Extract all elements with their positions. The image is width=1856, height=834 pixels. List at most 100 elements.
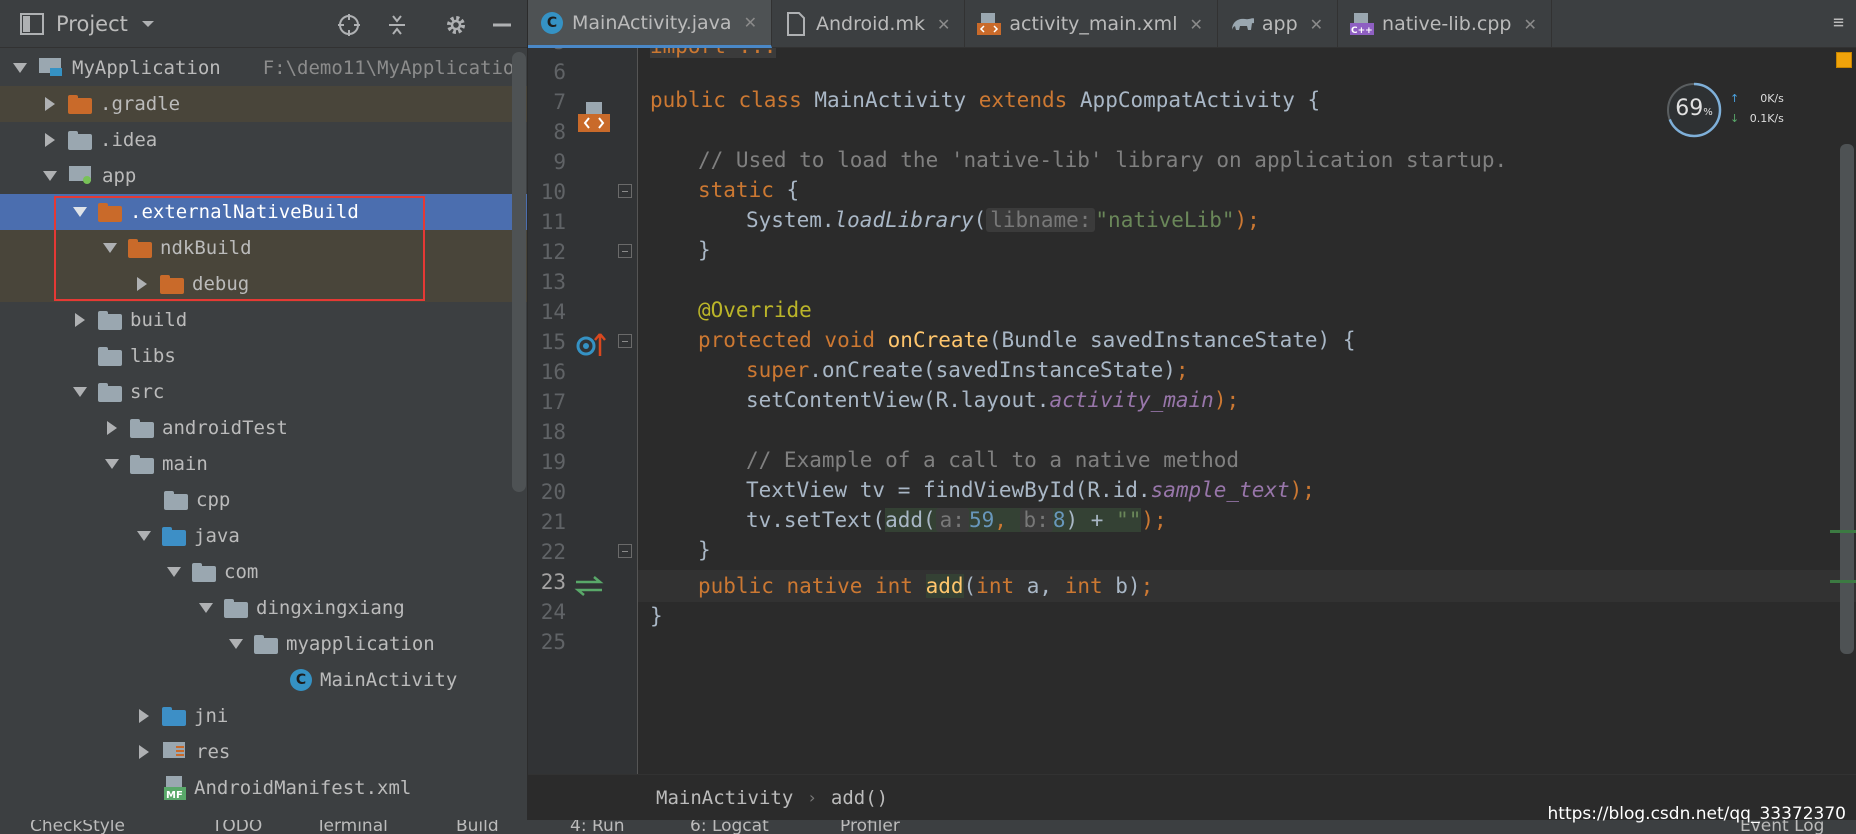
tree-item-cpp[interactable]: cpp (0, 482, 527, 518)
tree-item-externalnativebuild[interactable]: .externalNativeBuild (0, 194, 527, 230)
fold-marker-icon[interactable] (618, 544, 632, 558)
tree-item-gradle[interactable]: .gradle (0, 86, 527, 122)
tree-item-main[interactable]: main (0, 446, 527, 482)
tree-item-build[interactable]: build (0, 302, 527, 338)
close-icon[interactable]: ✕ (1523, 15, 1536, 34)
minimize-icon[interactable] (489, 12, 515, 38)
expanded-arrow-icon[interactable] (40, 166, 60, 186)
tree-item-ndkbuild[interactable]: ndkBuild (0, 230, 527, 266)
collapsed-arrow-icon[interactable] (134, 706, 154, 726)
tab-list-menu-icon[interactable]: ≡ (1833, 12, 1844, 33)
editor-scrollbar[interactable] (1840, 144, 1854, 654)
tree-item-mainactivity[interactable]: C MainActivity (0, 662, 527, 698)
toolwindow-logcat[interactable]: 6: Logcat (690, 820, 769, 834)
expanded-arrow-icon[interactable] (196, 598, 216, 618)
code-token: ); (1289, 478, 1315, 502)
expanded-arrow-icon[interactable] (70, 382, 90, 402)
class-icon: C (540, 11, 564, 35)
code-line-22[interactable]: } (698, 532, 711, 568)
locate-icon[interactable] (336, 12, 362, 38)
close-icon[interactable]: ✕ (744, 13, 757, 32)
expanded-arrow-icon[interactable] (164, 562, 184, 582)
code-string: "nativeLib" (1095, 208, 1235, 232)
tree-item-androidtest[interactable]: androidTest (0, 410, 527, 446)
tree-item-myapplication[interactable]: MyApplication F:\demo11\MyApplication (0, 50, 527, 86)
code-number: 59 (968, 508, 995, 532)
collapsed-arrow-icon[interactable] (40, 94, 60, 114)
tree-item-libs[interactable]: libs (0, 338, 527, 374)
code-line-12[interactable]: } (698, 232, 711, 268)
warning-marker-icon[interactable] (1836, 52, 1852, 68)
tree-item-debug[interactable]: debug (0, 266, 527, 302)
fold-marker-icon[interactable] (618, 334, 632, 348)
package-icon (192, 562, 216, 582)
layout-file-marker-icon[interactable] (576, 100, 610, 138)
toolwindow-terminal[interactable]: Terminal (316, 820, 388, 834)
code-line-23[interactable]: public native int add(int a, int b); (698, 568, 1153, 604)
gear-icon[interactable] (443, 12, 469, 38)
close-icon[interactable]: ✕ (1189, 15, 1202, 34)
collapsed-arrow-icon[interactable] (102, 418, 122, 438)
tree-item-dingxingxiang[interactable]: dingxingxiang (0, 590, 527, 626)
tree-item-myapplication-package[interactable]: myapplication (0, 626, 527, 662)
collapsed-arrow-icon[interactable] (40, 130, 60, 150)
close-icon[interactable]: ✕ (937, 15, 950, 34)
expanded-arrow-icon[interactable] (10, 58, 30, 78)
network-speed-widget[interactable]: 69% ↑ 0K/s ↓ 0.1K/s (1666, 82, 1788, 138)
fold-marker-icon[interactable] (618, 184, 632, 198)
project-tree-scrollbar[interactable] (512, 52, 526, 492)
code-line-9[interactable]: // Used to load the 'native-lib' library… (698, 142, 1507, 178)
code-line-17[interactable]: setContentView(R.layout.activity_main); (746, 382, 1239, 418)
tree-item-idea[interactable]: .idea (0, 122, 527, 158)
collapsed-arrow-icon[interactable] (132, 274, 152, 294)
code-token: activity_main (1049, 388, 1214, 412)
toolwindow-profiler[interactable]: Profiler (840, 820, 900, 834)
tree-item-java[interactable]: java (0, 518, 527, 554)
tree-item-src[interactable]: src (0, 374, 527, 410)
code-line-24[interactable]: } (650, 598, 663, 634)
tab-mainactivity-java[interactable]: C MainActivity.java ✕ (528, 0, 772, 48)
project-title[interactable]: Project (56, 12, 128, 36)
code-line-7[interactable]: public class MainActivity extends AppCom… (650, 82, 1320, 118)
native-jump-marker-icon[interactable] (574, 574, 604, 602)
expanded-arrow-icon[interactable] (102, 454, 122, 474)
fold-marker-icon[interactable] (618, 244, 632, 258)
expanded-arrow-icon[interactable] (226, 634, 246, 654)
change-marker[interactable] (1830, 530, 1856, 533)
tree-item-com[interactable]: com (0, 554, 527, 590)
toolwindow-run[interactable]: 4: Run (570, 820, 625, 834)
chevron-down-icon[interactable] (140, 18, 156, 30)
tab-activity-main-xml[interactable]: activity_main.xml ✕ (965, 0, 1218, 48)
tab-native-lib-cpp[interactable]: C++ native-lib.cpp ✕ (1338, 0, 1552, 48)
code-line-21[interactable]: tv.setText(add(a: 59, b: 8) + ""); (746, 502, 1167, 538)
toolwindow-todo[interactable]: TODO (212, 820, 262, 834)
expanded-arrow-icon[interactable] (70, 202, 90, 222)
collapse-all-icon[interactable] (384, 12, 410, 38)
change-marker[interactable] (1830, 580, 1856, 583)
tree-item-res[interactable]: res (0, 734, 527, 770)
tab-android-mk[interactable]: Android.mk ✕ (772, 0, 966, 48)
expanded-arrow-icon[interactable] (134, 526, 154, 546)
toolwindow-checkstyle[interactable]: CheckStyle (30, 820, 125, 834)
toolwindow-build[interactable]: Build (456, 820, 499, 834)
tree-item-jni[interactable]: jni (0, 698, 527, 734)
package-icon (224, 598, 248, 618)
collapsed-arrow-icon[interactable] (70, 310, 90, 330)
code-line-5[interactable]: import ... (650, 48, 777, 64)
breadcrumb-item-class[interactable]: MainActivity (656, 787, 793, 809)
tree-item-label: MyApplication (72, 57, 221, 79)
tree-item-label: AndroidManifest.xml (194, 777, 412, 799)
breadcrumb-item-method[interactable]: add() (831, 787, 888, 809)
import-folded[interactable]: import ... (650, 48, 777, 58)
network-percent: 69% (1666, 96, 1722, 121)
close-icon[interactable]: ✕ (1310, 15, 1323, 34)
tab-app-gradle[interactable]: app ✕ (1218, 0, 1339, 48)
tree-item-app[interactable]: app (0, 158, 527, 194)
override-marker-icon[interactable] (574, 330, 608, 364)
collapsed-arrow-icon[interactable] (134, 742, 154, 762)
tree-item-androidmanifest[interactable]: MF AndroidManifest.xml (0, 770, 527, 806)
expanded-arrow-icon[interactable] (100, 238, 120, 258)
tree-item-label: debug (192, 273, 250, 295)
code-line-11[interactable]: System.loadLibrary(libname: "nativeLib"); (746, 202, 1260, 238)
tree-item-label: ndkBuild (160, 237, 252, 259)
